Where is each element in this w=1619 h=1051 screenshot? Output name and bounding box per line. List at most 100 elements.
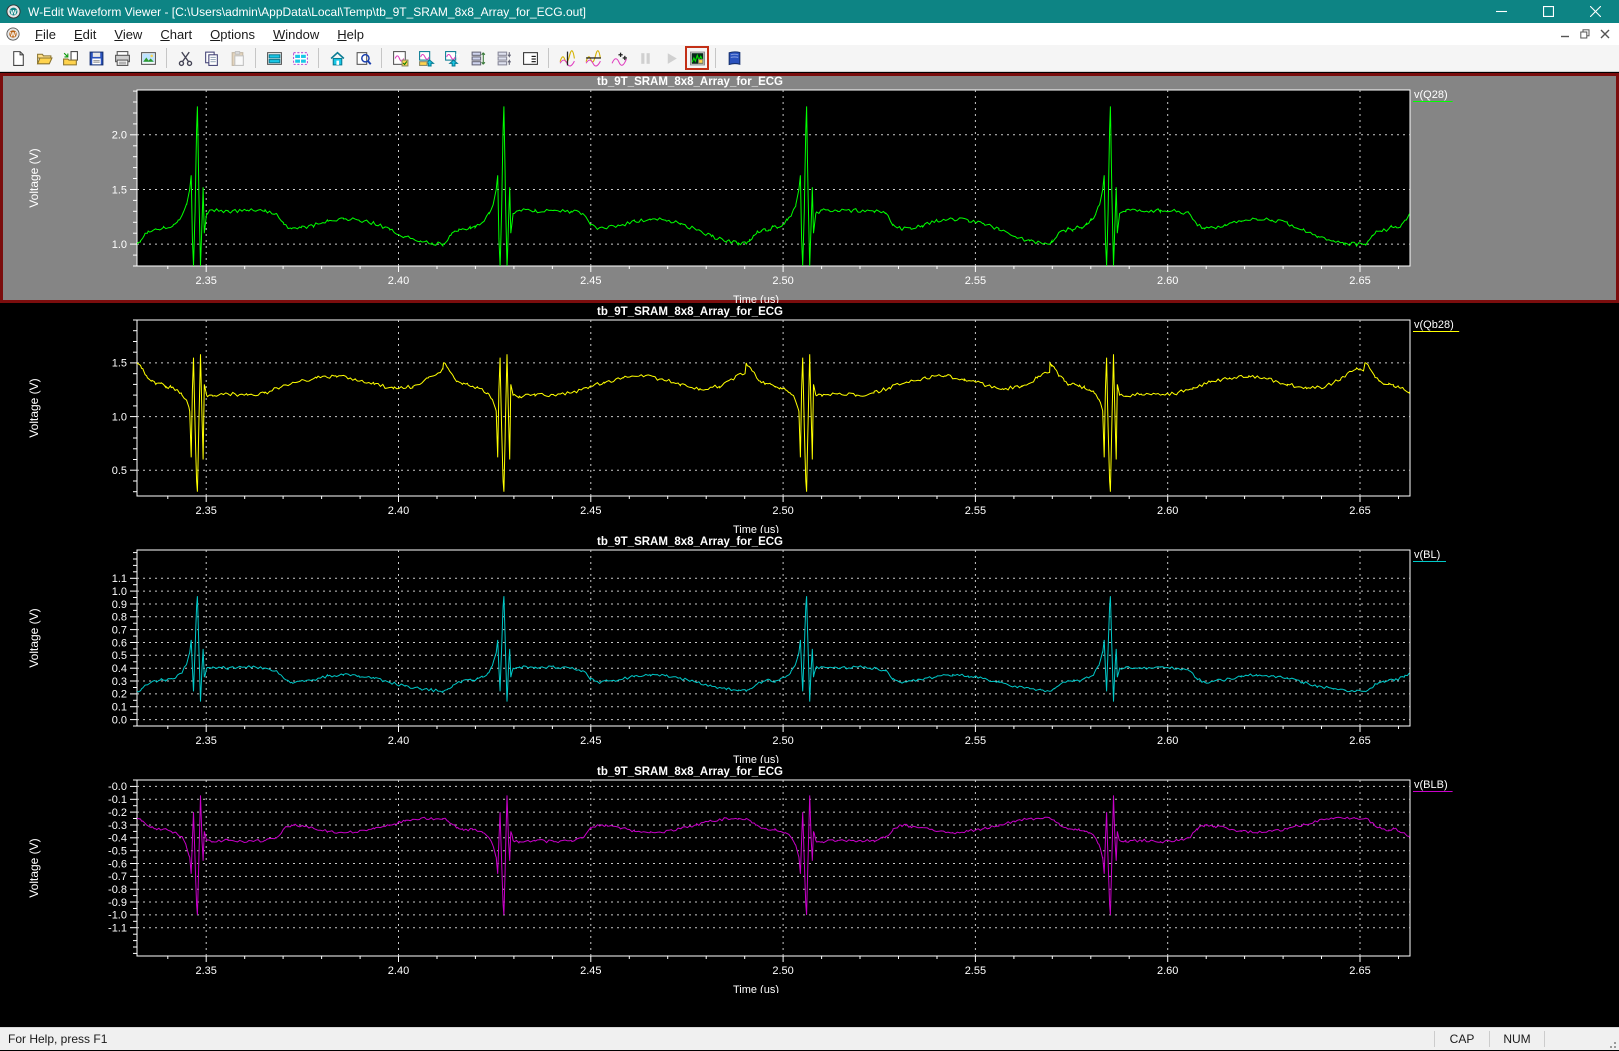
toolbar-separator: [255, 48, 256, 68]
tile-grid-button[interactable]: [288, 46, 312, 70]
copy-chart-icon: [418, 50, 435, 67]
child-restore-button[interactable]: [1575, 25, 1595, 43]
menu-help[interactable]: Help: [328, 23, 373, 45]
chart-canvas-2: 0.51.01.52.352.402.452.502.552.602.65tb_…: [0, 303, 1619, 533]
menu-file[interactable]: File: [26, 23, 65, 45]
copy-icon: [203, 50, 220, 67]
menu-window[interactable]: Window: [264, 23, 328, 45]
run-button[interactable]: [659, 46, 683, 70]
new-document-button[interactable]: [6, 46, 30, 70]
child-minimize-button[interactable]: [1555, 25, 1575, 43]
frequency-chart-icon: fr: [444, 50, 461, 67]
waveform-chart-panel-2[interactable]: 0.51.01.52.352.402.452.502.552.602.65tb_…: [0, 303, 1619, 533]
resize-grip-icon: [1607, 1039, 1617, 1049]
menu-view[interactable]: View: [105, 23, 151, 45]
x-tick-label: 2.45: [580, 505, 601, 517]
y-tick-label: 0.2: [112, 689, 127, 701]
y-tick-label: 0.5: [112, 650, 127, 662]
window-minimize-button[interactable]: [1478, 0, 1525, 23]
copy-chart-button[interactable]: [414, 46, 438, 70]
y-axis-label: Voltage (V): [27, 148, 41, 207]
y-tick-label: 0.1: [112, 702, 127, 714]
point-marker-button[interactable]: [607, 46, 631, 70]
x-tick-label: 2.65: [1349, 735, 1370, 747]
help-book-icon: [726, 50, 743, 67]
y-tick-label: 1.0: [112, 239, 127, 251]
y-tick-label: 0.6: [112, 637, 127, 649]
annotate-button[interactable]: A: [518, 46, 542, 70]
menu-chart[interactable]: Chart: [151, 23, 201, 45]
resize-grip[interactable]: [1603, 1028, 1619, 1051]
vertical-cursor-icon: [559, 50, 576, 67]
x-axis-label: Time (us): [733, 524, 779, 533]
open-file-icon: [36, 50, 53, 67]
x-tick-label: 2.40: [388, 505, 409, 517]
svg-text:W: W: [10, 9, 17, 16]
waveform-chart-panel-4[interactable]: -1.1-1.0-0.9-0.8-0.7-0.6-0.5-0.4-0.3-0.2…: [0, 763, 1619, 993]
x-tick-label: 2.60: [1157, 505, 1178, 517]
waveform-chart-panel-1[interactable]: 1.01.52.02.352.402.452.502.552.602.65tb_…: [0, 73, 1619, 303]
vertical-cursor-button[interactable]: [555, 46, 579, 70]
x-tick-label: 2.45: [580, 275, 601, 287]
copy-button[interactable]: [199, 46, 223, 70]
x-tick-label: 2.35: [195, 275, 216, 287]
toolbar-separator: [715, 48, 716, 68]
x-tick-label: 2.60: [1157, 965, 1178, 977]
y-tick-label: 2.0: [112, 130, 127, 142]
x-tick-label: 2.60: [1157, 735, 1178, 747]
y-tick-label: -0.5: [108, 846, 127, 858]
y-tick-label: 1.5: [112, 358, 127, 370]
x-tick-label: 2.45: [580, 735, 601, 747]
legend-v(Qb28)[interactable]: v(Qb28): [1414, 319, 1454, 331]
frequency-chart-button[interactable]: fr: [440, 46, 464, 70]
window-close-button[interactable]: [1572, 0, 1619, 23]
paste-button[interactable]: [225, 46, 249, 70]
x-tick-label: 2.35: [195, 965, 216, 977]
y-axis-label: Voltage (V): [27, 378, 41, 437]
chart-properties-icon: [392, 50, 409, 67]
tile-horizontal-button[interactable]: [262, 46, 286, 70]
toolbar-separator: [381, 48, 382, 68]
zoom-full-button[interactable]: [325, 46, 349, 70]
plot-area: [137, 780, 1410, 956]
chart-properties-button[interactable]: [388, 46, 412, 70]
import-waveform-button[interactable]: [58, 46, 82, 70]
new-document-icon: [10, 50, 27, 67]
capture-chart-icon: [689, 50, 706, 67]
open-file-button[interactable]: [32, 46, 56, 70]
help-book-button[interactable]: [722, 46, 746, 70]
x-tick-label: 2.55: [965, 275, 986, 287]
image-preview-button[interactable]: [136, 46, 160, 70]
zoom-region-button[interactable]: [351, 46, 375, 70]
window-maximize-button[interactable]: [1525, 0, 1572, 23]
plot-area: [137, 90, 1410, 266]
expand-traces-button[interactable]: [466, 46, 490, 70]
y-tick-label: -0.9: [108, 897, 127, 909]
legend-v(BL)[interactable]: v(BL): [1414, 549, 1440, 561]
x-axis-label: Time (us): [733, 984, 779, 993]
legend-v(BLB)[interactable]: v(BLB): [1414, 779, 1448, 791]
menu-edit[interactable]: Edit: [65, 23, 105, 45]
y-tick-label: -0.1: [108, 794, 127, 806]
horizontal-cursor-button[interactable]: [581, 46, 605, 70]
cut-button[interactable]: [173, 46, 197, 70]
x-tick-label: 2.40: [388, 965, 409, 977]
waveform-chart-panel-3[interactable]: 0.00.10.20.30.40.50.60.70.80.91.01.12.35…: [0, 533, 1619, 763]
y-tick-label: 1.0: [112, 411, 127, 423]
collapse-traces-button[interactable]: [492, 46, 516, 70]
plot-area: [137, 320, 1410, 496]
pause-button[interactable]: [633, 46, 657, 70]
y-tick-label: 1.1: [112, 573, 127, 585]
x-tick-label: 2.50: [772, 965, 793, 977]
child-close-button[interactable]: [1595, 25, 1615, 43]
y-tick-label: 1.0: [112, 586, 127, 598]
y-axis-label: Voltage (V): [27, 608, 41, 667]
child-close-icon: [1600, 29, 1610, 39]
y-tick-label: -0.0: [108, 781, 127, 793]
print-button[interactable]: [110, 46, 134, 70]
legend-v(Q28)[interactable]: v(Q28): [1414, 89, 1448, 101]
menu-options[interactable]: Options: [201, 23, 264, 45]
capture-chart-button[interactable]: [685, 46, 709, 70]
save-button[interactable]: [84, 46, 108, 70]
import-waveform-icon: [62, 50, 79, 67]
